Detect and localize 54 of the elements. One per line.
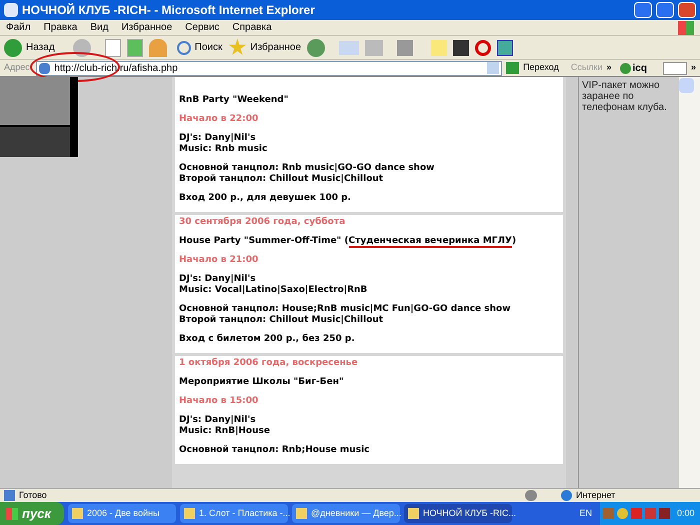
event-details: Основной танцпол: Rnb music|GO-GO dance show Второй танцпол: Chillout Music|Chillout — [179, 163, 436, 185]
minimize-button[interactable] — [634, 2, 652, 18]
windows-logo-icon — [6, 508, 18, 520]
taskbar-button[interactable]: 1. Слот - Пластика -... — [180, 504, 288, 523]
more-links-button[interactable]: » — [606, 61, 612, 75]
language-indicator[interactable]: EN — [579, 506, 592, 520]
globe-icon — [561, 490, 572, 501]
windows-logo-icon — [678, 20, 694, 34]
window-title: НОЧНОЙ КЛУБ -RICH- - Microsoft Internet Explorer — [22, 2, 316, 19]
event-details: Вход с билетом 200 р., без 250 р. — [179, 334, 356, 345]
menu-item[interactable]: Правка — [44, 20, 78, 35]
taskbar-button[interactable]: 2006 - Две войны — [68, 504, 176, 523]
start-button[interactable]: пуск — [0, 502, 64, 525]
event-date: 1 октября 2006 года, воскресенье — [179, 358, 359, 369]
scroll-up-icon[interactable] — [679, 78, 694, 93]
event-details: Основной танцпол: Rnb;House music — [179, 445, 370, 456]
photo-placeholder — [0, 127, 70, 157]
window-icon — [296, 508, 307, 519]
window-icon — [408, 508, 419, 519]
event-title: House Party "Summer-Off-Time" (Студенческая вечеринка МГЛУ) — [179, 236, 518, 247]
search-button[interactable]: Поиск — [176, 40, 222, 55]
event-start-time: Начало в 15:00 — [179, 396, 260, 407]
menu-item[interactable]: Вид — [90, 20, 108, 35]
scrollbar[interactable] — [678, 77, 700, 488]
search-field[interactable] — [662, 62, 687, 74]
icq-button[interactable]: icq — [620, 60, 647, 76]
event-details: DJ's: Dany|Nil's Music: Vocal|Latino|Saxo|Electro|RnB — [179, 274, 368, 296]
event-details: Основной танцпол: House;RnB music|MC Fun|GO-GO dance show Второй танцпол: Chillout Music|Chillout — [179, 304, 512, 326]
event-date: 30 сентября 2006 года, суббота — [179, 217, 346, 228]
event-title: RnB Party "Weekend" — [179, 95, 290, 106]
note-icon[interactable] — [431, 40, 448, 56]
go-button[interactable]: Переход — [506, 61, 559, 75]
clock: 0:00 — [677, 506, 695, 520]
menu-item[interactable]: Справка — [232, 20, 272, 35]
favorites-button[interactable]: Избранное — [228, 38, 302, 56]
close-button[interactable] — [678, 2, 696, 18]
menu-item[interactable]: Избранное — [121, 20, 172, 35]
back-button[interactable]: Назад — [4, 38, 55, 56]
window-icon — [184, 508, 195, 519]
event-start-time: Начало в 21:00 — [179, 255, 260, 266]
taskbar-button[interactable]: @дневники — Двер... — [292, 504, 400, 523]
menu-item[interactable]: Файл — [6, 20, 31, 35]
event-details: Вход 200 р., для девушек 100 р. — [179, 193, 352, 204]
event-details: DJ's: Dany|Nil's Music: Rnb music — [179, 133, 268, 155]
window-icon — [72, 508, 83, 519]
event-start-time: Начало в 22:00 — [179, 114, 260, 125]
status-text: Готово — [19, 488, 48, 502]
search-icon — [176, 40, 191, 54]
maximize-button[interactable] — [656, 2, 674, 18]
more-button[interactable]: » — [690, 61, 696, 75]
menu-item[interactable]: Сервис — [185, 20, 220, 35]
event-title: Мероприятие Школы "Биг-Бен" — [179, 377, 345, 388]
zone-text: Интернет — [576, 488, 616, 502]
event-details: DJ's: Dany|Nil's Music: RnB|House — [179, 415, 271, 437]
